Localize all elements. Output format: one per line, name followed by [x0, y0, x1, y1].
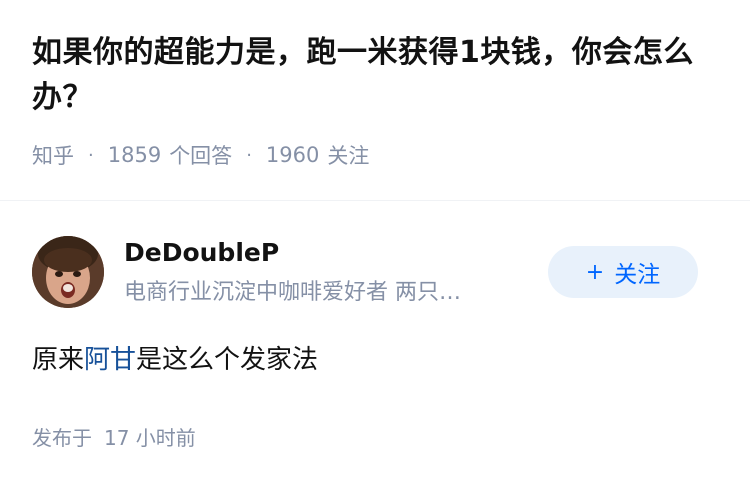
author-bio: 电商行业沉淀中咖啡爱好者 两只…: [124, 280, 461, 305]
answer-timestamp: 发布于 17 小时前: [32, 422, 196, 451]
answer-count: 1859: [107, 143, 162, 167]
published-time: 17 小时前: [104, 426, 196, 450]
separator-dot: ·: [88, 144, 94, 166]
follower-count-label: 关注: [327, 144, 370, 168]
divider: [0, 200, 750, 201]
avatar[interactable]: [32, 236, 104, 308]
question-meta: 知乎 · 1859 个回答 · 1960 关注: [32, 140, 718, 170]
plus-icon: +: [585, 259, 605, 285]
keyword-link[interactable]: 阿甘: [84, 345, 136, 375]
question-header: 如果你的超能力是，跑一米获得1块钱，你会怎么办？ 知乎 · 1859 个回答 ·…: [0, 0, 750, 170]
separator-dot: ·: [246, 144, 252, 166]
published-label: 发布于: [32, 426, 92, 450]
source-label[interactable]: 知乎: [32, 140, 74, 170]
answer-count-label: 个回答: [169, 144, 233, 168]
author-name[interactable]: DeDoubleP: [124, 236, 279, 270]
answer-content: 原来阿甘是这么个发家法: [32, 340, 318, 380]
answer-text: 是这么个发家法: [136, 345, 319, 375]
follow-button[interactable]: + 关注: [548, 246, 698, 298]
avatar-image: [32, 236, 104, 308]
follow-button-label: 关注: [614, 262, 661, 288]
question-title[interactable]: 如果你的超能力是，跑一米获得1块钱，你会怎么办？: [32, 30, 712, 120]
author-row: DeDoubleP 电商行业沉淀中咖啡爱好者 两只… + 关注: [32, 236, 718, 312]
follower-count: 1960: [265, 143, 320, 167]
answer-text: 原来: [32, 345, 85, 375]
